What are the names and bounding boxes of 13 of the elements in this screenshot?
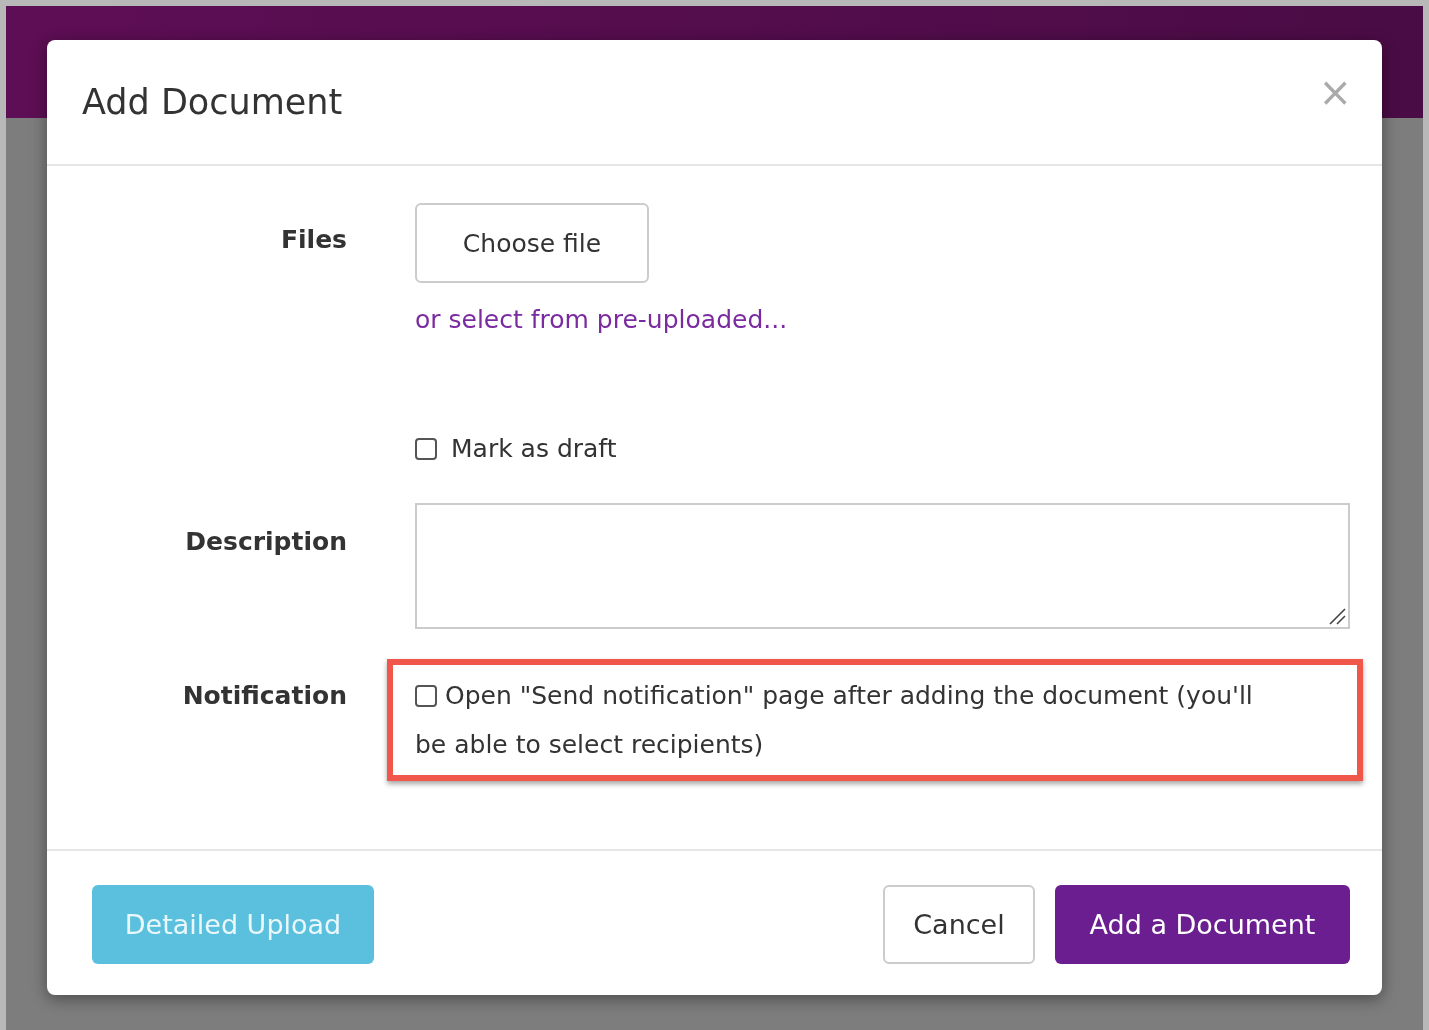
checkbox-label[interactable]: Open "Send notification" page after adding the document (you'll be able to select recipients): [415, 671, 1275, 769]
field-label: Notification: [182, 681, 347, 710]
pre-uploaded-link[interactable]: or select from pre-uploaded...: [415, 305, 1350, 334]
field-label: Files: [280, 225, 347, 254]
choose-file-button[interactable]: Choose file: [415, 203, 649, 283]
field-label: Description: [185, 527, 347, 556]
cancel-button[interactable]: Cancel: [883, 885, 1035, 964]
checkbox[interactable]: [415, 438, 437, 460]
checkbox-label[interactable]: Mark as draft: [415, 424, 1350, 473]
checkbox[interactable]: [415, 685, 437, 707]
description-field[interactable]: [415, 503, 1350, 629]
dialog-title: Add Document: [82, 82, 343, 122]
add-document-button[interactable]: Add a Document: [1055, 885, 1350, 964]
